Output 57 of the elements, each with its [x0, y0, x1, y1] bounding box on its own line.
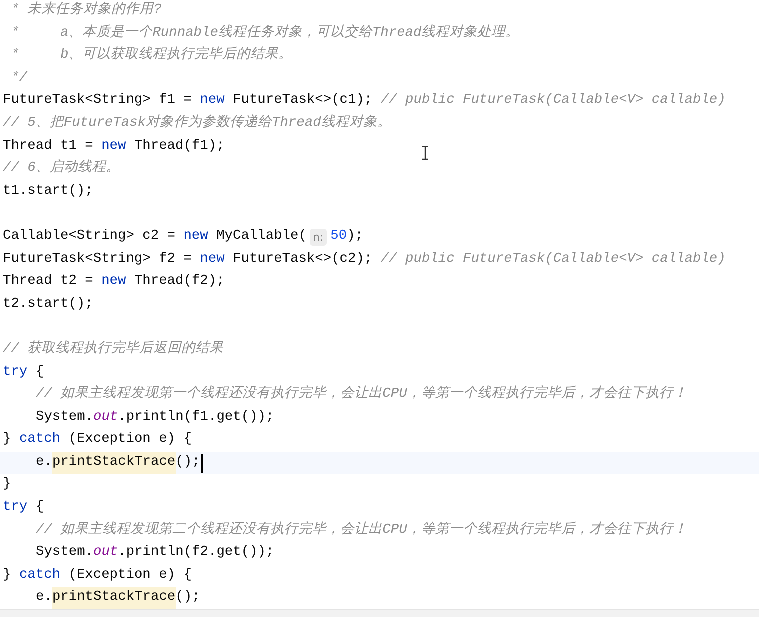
code-text: e.	[36, 454, 52, 472]
code-text: Thread t1 =	[3, 138, 94, 156]
keyword: new	[102, 138, 126, 156]
code-text: t1.start();	[3, 182, 94, 201]
keyword: try	[3, 364, 28, 382]
code-text: MyCallable(	[216, 228, 307, 246]
code-text: Thread(f2);	[133, 273, 225, 292]
code-comment: * b、可以获取线程执行完毕后的结果。	[10, 46, 293, 66]
code-text: {	[34, 364, 44, 382]
code-text: ();	[176, 589, 200, 608]
keyword: new	[184, 228, 208, 246]
code-text: FutureTask<>(c1);	[232, 92, 373, 110]
code-text: .println(f1.get());	[118, 408, 274, 427]
keyword: new	[200, 92, 225, 110]
mouse-cursor-icon	[422, 146, 429, 160]
code-text: Thread t2 =	[3, 273, 94, 292]
number-literal: 50	[330, 228, 348, 246]
code-text: ();	[176, 454, 200, 472]
code-text: Callable<String> c2 =	[3, 228, 176, 246]
keyword: try	[3, 499, 28, 518]
method-name: printStackTrace	[52, 587, 176, 609]
code-text: FutureTask<>(c2);	[232, 250, 373, 269]
code-text: Thread(f1);	[133, 138, 225, 156]
code-comment: // 如果主线程发现第一个线程还没有执行完毕，会让出CPU，等第一个线程执行完毕后，才会往下执行！	[36, 384, 688, 404]
code-text: {	[34, 499, 44, 518]
code-text: FutureTask<String> f2 =	[3, 250, 193, 269]
code-comment: // 获取线程执行完毕后返回的结果	[3, 340, 224, 359]
keyword: new	[200, 250, 225, 269]
code-text: }	[3, 566, 12, 585]
keyword: new	[102, 273, 126, 292]
code-text: }	[3, 431, 12, 450]
keyword: catch	[19, 431, 61, 450]
method-name: printStackTrace	[52, 452, 176, 474]
code-text: System.	[36, 544, 94, 562]
field-name: out	[94, 408, 118, 427]
code-editor[interactable]	[0, 0, 759, 609]
code-comment: // 如果主线程发现第二个线程还没有执行完毕，会让出CPU，等第一个线程执行完毕后，才会往下执行！	[36, 520, 688, 540]
code-comment: */	[10, 70, 28, 88]
code-text: t2.start();	[3, 296, 94, 314]
code-text: .println(f2.get());	[118, 544, 274, 562]
code-comment: * a、本质是一个Runnable线程任务对象，可以交给Thread线程对象处理。	[10, 24, 520, 43]
code-text: }	[3, 476, 12, 494]
code-comment: // 5、把FutureTask对象作为参数传递给Thread线程对象。	[3, 114, 392, 133]
inlay-hint: n:	[310, 228, 327, 246]
code-comment: * 未来任务对象的作用?	[10, 0, 162, 20]
code-text: (Exception e) {	[68, 566, 192, 585]
code-text: (Exception e) {	[68, 431, 192, 450]
code-comment: // public FutureTask(Callable<V> callable)	[380, 92, 726, 110]
code-comment: // 6、启动线程。	[3, 158, 120, 178]
field-name: out	[94, 544, 118, 562]
code-comment: // public FutureTask(Callable<V> callable)	[380, 250, 726, 269]
code-text: );	[347, 228, 364, 246]
code-text: FutureTask<String> f1 =	[3, 92, 193, 110]
text-cursor	[201, 454, 203, 473]
code-text: System.	[36, 408, 94, 427]
code-text: e.	[36, 589, 52, 608]
keyword: catch	[19, 566, 61, 585]
